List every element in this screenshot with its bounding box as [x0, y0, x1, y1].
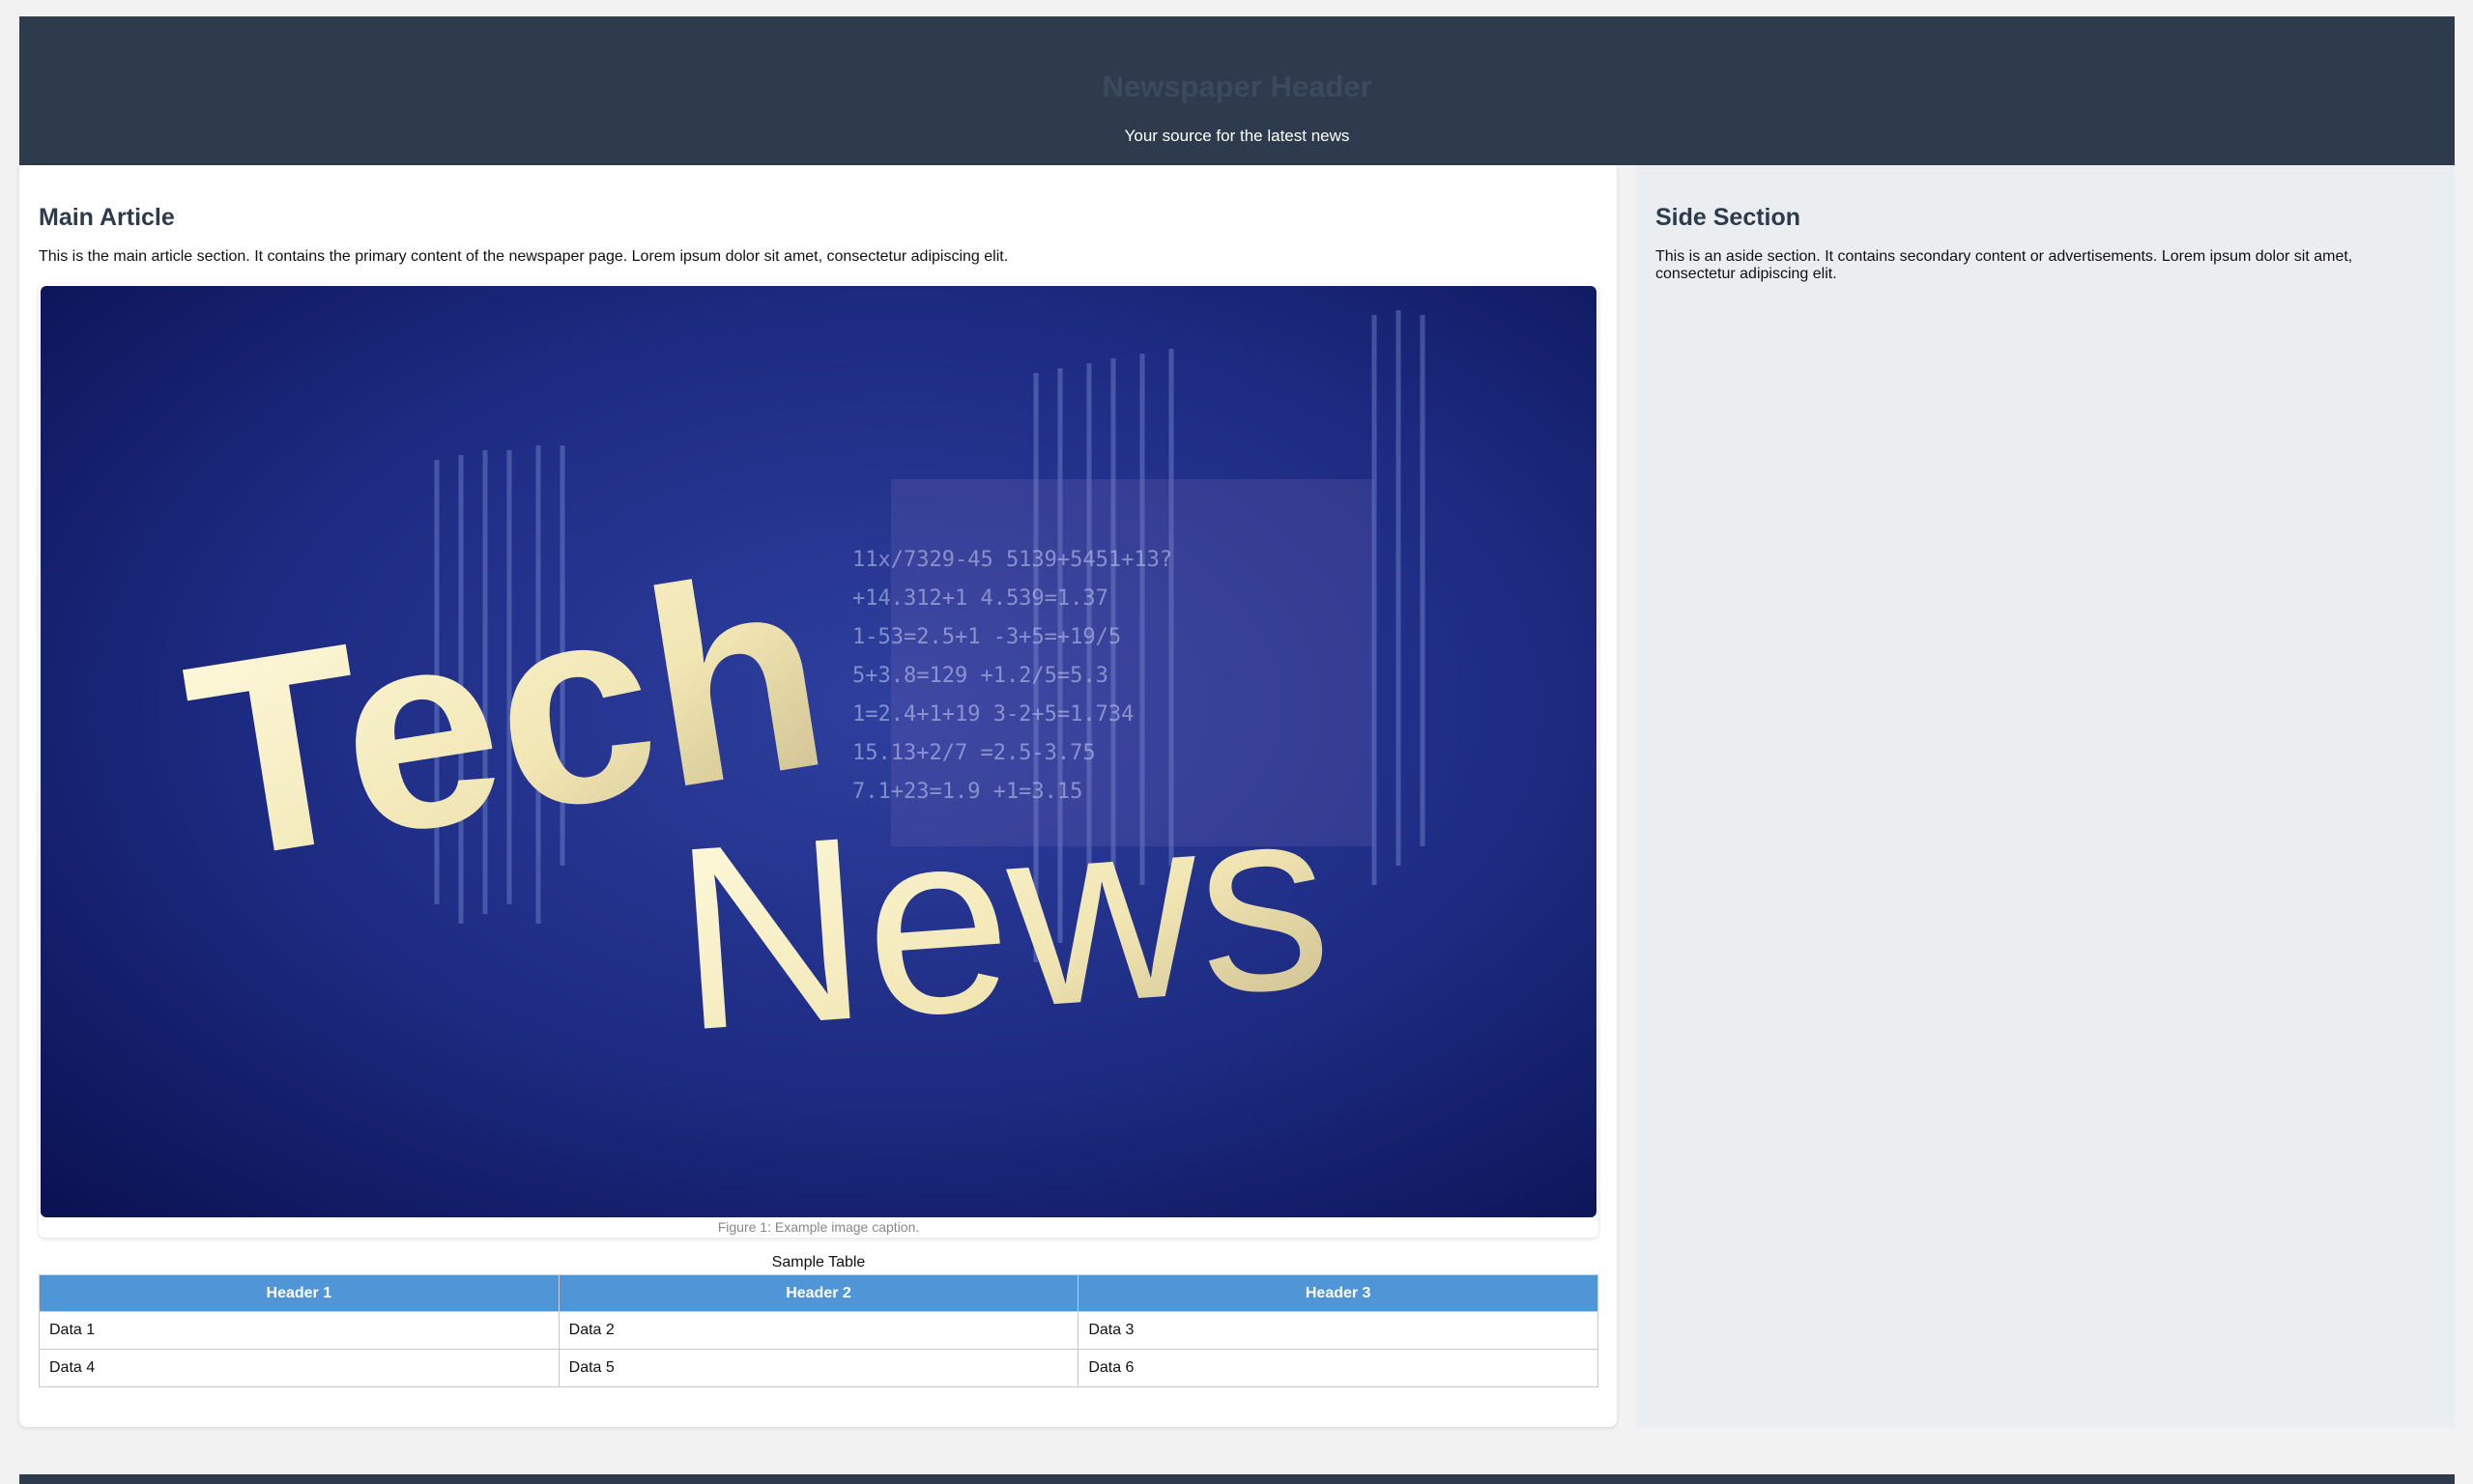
table-header-row: Header 1 Header 2 Header 3 — [39, 1274, 1598, 1312]
table-cell: Data 2 — [558, 1311, 1079, 1350]
table-row: Data 1 Data 2 Data 3 — [39, 1311, 1598, 1350]
site-title: Newspaper Header — [1102, 70, 1372, 103]
article-figure: 11x/7329-45 5139+5451+13? +14.312+1 4.53… — [39, 284, 1598, 1238]
article-intro: This is the main article section. It con… — [39, 248, 1009, 265]
page-footer — [19, 1474, 2455, 1484]
table-cell: Data 1 — [39, 1311, 560, 1350]
main-article: Main Article This is the main article se… — [19, 165, 1617, 1427]
figure-caption: Figure 1: Example image caption. — [717, 1219, 920, 1235]
table-cell: Data 5 — [558, 1349, 1079, 1387]
sample-table: Header 1 Header 2 Header 3 Data 1 Data 2… — [39, 1274, 1598, 1387]
aside-heading: Side Section — [1655, 204, 1801, 231]
svg-text:5+3.8=129 +1.2/5=5.3: 5+3.8=129 +1.2/5=5.3 — [852, 664, 1108, 688]
svg-text:1=2.4+1+19 3-2+5=1.734: 1=2.4+1+19 3-2+5=1.734 — [852, 702, 1134, 727]
table-row: Data 4 Data 5 Data 6 — [39, 1349, 1598, 1387]
table-header-cell: Header 1 — [39, 1274, 560, 1312]
aside-text: This is an aside section. It contains se… — [1655, 248, 2353, 282]
svg-text:+14.312+1 4.539=1.37: +14.312+1 4.539=1.37 — [852, 586, 1108, 611]
article-image: 11x/7329-45 5139+5451+13? +14.312+1 4.53… — [41, 286, 1596, 1217]
table-header-cell: Header 2 — [558, 1274, 1079, 1312]
page-header: Newspaper Header Your source for the lat… — [19, 16, 2455, 165]
table-caption: Sample Table — [771, 1254, 866, 1270]
svg-text:15.13+2/7 =2.5-3.75: 15.13+2/7 =2.5-3.75 — [852, 741, 1096, 765]
svg-text:1-53=2.5+1 -3+5=+19/5: 1-53=2.5+1 -3+5=+19/5 — [852, 625, 1121, 649]
table-cell: Data 6 — [1078, 1349, 1598, 1387]
article-heading: Main Article — [39, 204, 175, 231]
table-cell: Data 3 — [1078, 1311, 1598, 1350]
svg-text:11x/7329-45 5139+5451+13?: 11x/7329-45 5139+5451+13? — [852, 548, 1172, 572]
table-cell: Data 4 — [39, 1349, 560, 1387]
site-subtitle: Your source for the latest news — [1124, 127, 1350, 145]
table-header-cell: Header 3 — [1078, 1274, 1598, 1312]
image-text-news: News — [667, 750, 1337, 1085]
side-section: Side Section This is an aside section. I… — [1636, 165, 2455, 1427]
